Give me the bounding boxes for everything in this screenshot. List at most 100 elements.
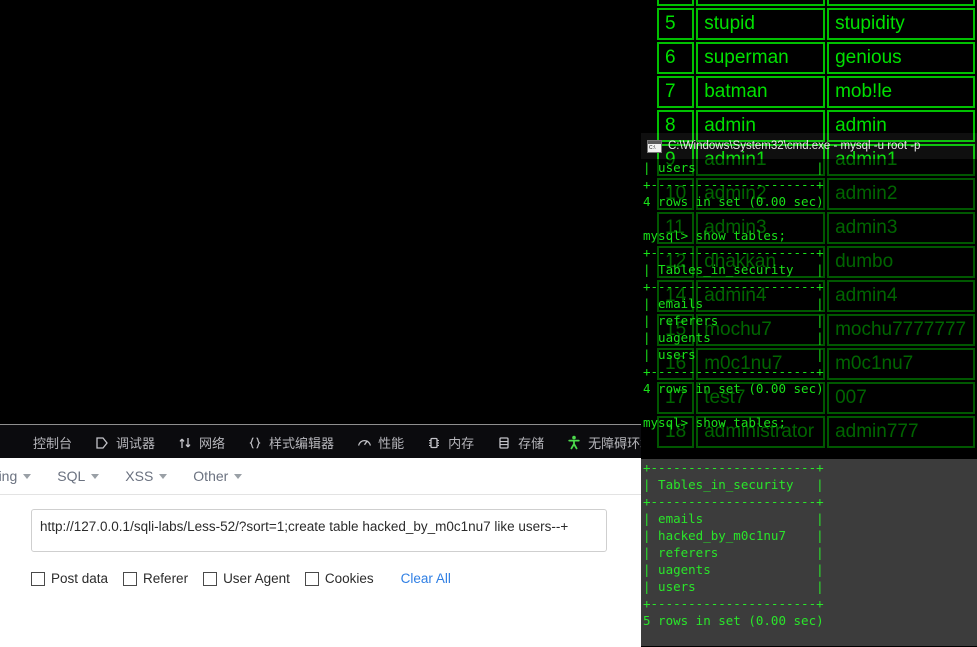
table-row: 7 batman mob!le [657, 76, 975, 108]
hackbar-menu-xss[interactable]: XSS [125, 468, 168, 484]
cmd-solid-lines: +----------------------+ | Tables_in_secu… [641, 459, 977, 646]
cmd-output-line: | uagents | [643, 330, 824, 345]
hackbar-menubar: coding SQL XSS Other [0, 458, 641, 495]
debugger-icon [94, 435, 110, 451]
cmd-output-line: | referers | [643, 545, 824, 560]
cell-username: secure [696, 0, 826, 6]
cmd-output-line [641, 397, 977, 414]
cmd-output-line: +----------------------+ [643, 460, 824, 475]
devtools-tab-memory[interactable]: 内存 [415, 425, 485, 458]
cmd-output-line: | users | [643, 347, 824, 362]
cmd-output-line: +----------------------+ [643, 596, 824, 611]
cmd-output-line: | referers | [643, 313, 824, 328]
cell-username: superman [696, 42, 826, 74]
accessibility-icon [566, 435, 582, 451]
cmd-output-line: +----------------------+ [643, 364, 824, 379]
devtools-tab-label: 样式编辑器 [269, 436, 335, 451]
cmd-output-line [641, 210, 977, 227]
cell-id: 4 [657, 0, 695, 6]
table-row: 4securecrappy [657, 0, 975, 6]
hackbar-menu-other[interactable]: Other [193, 468, 243, 484]
cmd-output-line: | emails | [643, 511, 824, 526]
checkbox-box [123, 571, 138, 586]
devtools-tab-performance[interactable]: 性能 [345, 425, 415, 458]
cmd-output-line: +----------------------+ [643, 279, 824, 294]
table-row: 6 superman genious [657, 42, 975, 74]
devtools-tab-label: 调试器 [116, 436, 156, 451]
devtools-tab-style-editor[interactable]: 样式编辑器 [236, 425, 345, 458]
chevron-down-icon [91, 473, 100, 479]
cmd-output-line: 4 rows in set (0.00 sec) [643, 194, 824, 209]
cell-id: 5 [657, 8, 695, 40]
devtools-tab-label: 控制台 [33, 436, 73, 451]
chevron-down-icon [159, 473, 168, 479]
cell-id: 7 [657, 76, 695, 108]
cell-password: mob!le [827, 76, 975, 108]
cmd-output-line: +----------------------+ [643, 177, 824, 192]
network-icon [177, 435, 193, 451]
table-row: 5 stupid stupidity [657, 8, 975, 40]
devtools-tab-label: 性能 [378, 436, 405, 451]
devtools-tab-console[interactable]: 控制台 [0, 425, 83, 458]
devtools-tab-label: 网络 [199, 436, 226, 451]
cmd-output-line: 4 rows in set (0.00 sec) [643, 381, 824, 396]
checkbox-label: Referer [143, 571, 189, 586]
cmd-titlebar[interactable]: C:\ C:\Windows\System32\cmd.exe - mysql … [641, 133, 977, 159]
cell-username: stupid [696, 8, 826, 40]
cmd-window-icon: C:\ [647, 139, 662, 153]
hackbar-menu-label: XSS [125, 468, 154, 484]
clear-all-button[interactable]: Clear All [401, 571, 451, 586]
hackbar-menu-sql[interactable]: SQL [57, 468, 100, 484]
cmd-output-line: 5 rows in set (0.00 sec) [643, 613, 824, 628]
devtools-tab-label: 无障碍环境 [588, 436, 641, 451]
checkbox-label: User Agent [223, 571, 290, 586]
devtools-panel: 控制台 调试器 网络 样式编辑器 性能 内存 存储 无障碍环 ing SQL X… [0, 424, 641, 647]
cell-password: stupidity [827, 8, 975, 40]
storage-icon [496, 435, 512, 451]
checkbox-label: Post data [51, 571, 109, 586]
devtools-tab-network[interactable]: 网络 [166, 425, 236, 458]
hackbar-url-row: http://127.0.0.1/sqli-labs/Less-52/?sort… [0, 495, 641, 557]
cmd-output-line: | uagents | [643, 562, 824, 577]
hackbar-menu-label: Other [193, 468, 229, 484]
cmd-console-opaque-region[interactable]: +----------------------+ | Tables_in_secu… [641, 459, 977, 646]
cmd-output-line: | users | [643, 579, 824, 594]
cmd-output-line [641, 629, 977, 646]
chevron-down-icon [23, 473, 32, 479]
checkbox-user-agent[interactable]: User Agent [203, 571, 290, 586]
cmd-terminal-window[interactable]: C:\ C:\Windows\System32\cmd.exe - mysql … [641, 133, 977, 646]
url-input[interactable]: http://127.0.0.1/sqli-labs/Less-52/?sort… [31, 509, 607, 552]
devtools-tabbar: 控制台 调试器 网络 样式编辑器 性能 内存 存储 无障碍环 [0, 425, 641, 458]
checkbox-referer[interactable]: Referer [123, 571, 188, 586]
memory-icon [426, 435, 442, 451]
cmd-output-line: | Tables_in_security | [643, 477, 824, 492]
checkbox-box [31, 571, 45, 586]
cell-password: genious [827, 42, 975, 74]
cell-username: batman [696, 76, 826, 108]
hackbar-menu-label: coding [0, 468, 18, 484]
devtools-tab-accessibility[interactable]: 无障碍环境 [555, 425, 641, 458]
cmd-output-line: | emails | [643, 296, 824, 311]
hackbar-options-row: Post data Referer User Agent Cookies Cle… [0, 557, 641, 586]
devtools-tab-storage[interactable]: 存储 [485, 425, 555, 458]
hackbar-menu-encoding[interactable]: coding [0, 468, 32, 484]
checkbox-cookies[interactable]: Cookies [304, 571, 374, 586]
page-background [0, 0, 641, 424]
devtools-tab-debugger[interactable]: 调试器 [83, 425, 166, 458]
cmd-console-transparent-region[interactable]: | users | +----------------------+ 4 rows … [641, 159, 977, 459]
cmd-output-line: | hacked_by_m0c1nu7 | [643, 528, 824, 543]
cell-id: 6 [657, 42, 695, 74]
hackbar-menu-label: SQL [57, 468, 86, 484]
checkbox-post-data[interactable]: Post data [31, 571, 108, 586]
cmd-output-line: +----------------------+ [643, 494, 824, 509]
cmd-glass-lines: | users | +----------------------+ 4 rows … [641, 159, 977, 431]
devtools-tab-label: 存储 [518, 436, 545, 451]
checkbox-label: Cookies [324, 571, 374, 586]
console-icon [11, 435, 27, 451]
cmd-output-line: | Tables_in_security | [643, 262, 824, 277]
performance-icon [356, 435, 372, 451]
checkbox-box [304, 571, 319, 586]
cell-password: crappy [827, 0, 975, 6]
devtools-tab-label: 内存 [448, 436, 475, 451]
chevron-down-icon [234, 473, 243, 479]
